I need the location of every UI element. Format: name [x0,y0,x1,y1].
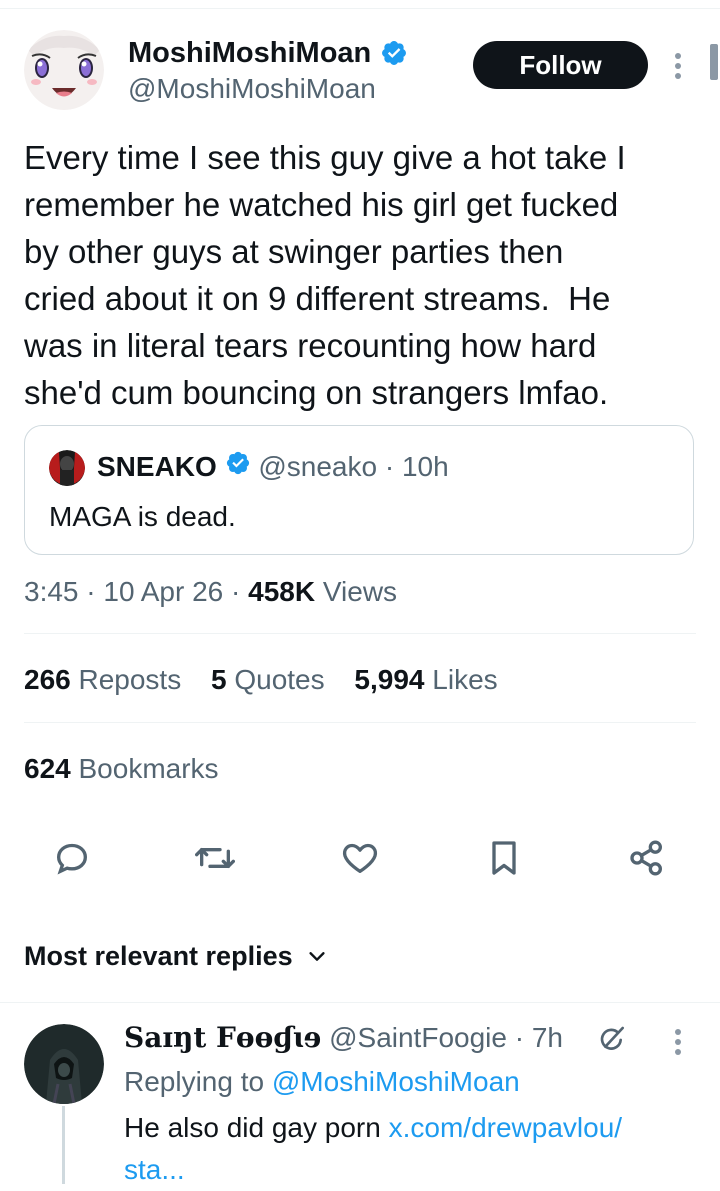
reposts-label: Reposts [70,664,182,695]
replying-prefix: Replying to [124,1066,272,1097]
reply-text: He also did gay porn x.com/drewpavlou/st… [124,1107,700,1191]
views-label: Views [315,576,398,607]
likes-label: Likes [424,664,498,695]
tweet-text: Every time I see this guy give a hot tak… [24,139,626,411]
quoted-author-handle: @sneako [258,451,378,482]
more-options-icon[interactable] [666,1024,690,1060]
reply-author-handle[interactable]: @SaintFoogie [329,1022,507,1053]
share-icon[interactable] [625,836,669,880]
likes-count: 5,994 [354,664,425,695]
bookmarks-stat[interactable]: 624 Bookmarks [24,749,219,789]
chevron-down-icon [306,938,328,978]
bookmarks-count: 624 [24,753,71,784]
quoted-text: MAGA is dead. [49,501,236,532]
author-avatar[interactable] [24,30,104,110]
views-count: 458K [248,576,316,607]
top-divider [0,8,720,9]
reply-avatar[interactable] [24,1024,104,1104]
reply-link-continued[interactable]: sta... [124,1154,185,1185]
reply-thread-line [62,1106,65,1184]
replying-to-link[interactable]: @MoshiMoshiMoan [272,1066,520,1097]
tweet-meta: 3:45 · 10 Apr 26 · 458K Views [24,572,397,612]
reply-author-name[interactable]: Saɪŋt Fɵɵɠɩɘ [124,1021,321,1054]
quoted-header: SNEAKO @sneako · 10h [97,448,449,486]
verified-badge-icon [380,39,408,72]
quotes-stat[interactable]: 5 Quotes [211,664,325,695]
tweet-timestamp[interactable]: 3:45 · 10 Apr 26 · [24,576,248,607]
engagement-stats: 266 Reposts 5 Quotes 5,994 Likes [24,660,498,700]
reposts-count: 266 [24,664,71,695]
replies-sort-label: Most relevant replies [24,941,293,971]
grok-icon[interactable] [596,1024,628,1056]
replying-to: Replying to @MoshiMoshiMoan [124,1062,520,1102]
quoted-author-avatar [49,450,85,486]
reply-time[interactable]: · 7h [515,1022,563,1053]
reply-icon[interactable] [50,836,94,880]
more-options-icon[interactable] [666,48,690,84]
reply-body: He also did gay porn [124,1112,389,1143]
quoted-tweet-card[interactable]: SNEAKO @sneako · 10h MAGA is dead. [24,425,694,555]
bookmarks-label: Bookmarks [70,753,219,784]
like-icon[interactable] [338,836,382,880]
reposts-stat[interactable]: 266 Reposts [24,664,181,695]
verified-badge-icon [225,448,251,486]
quoted-author-name: SNEAKO [97,451,217,482]
author-name-row[interactable]: MoshiMoshiMoan [128,36,408,70]
bookmark-icon[interactable] [482,836,526,880]
reply-link[interactable]: x.com/drewpavlou/ [389,1112,622,1143]
follow-button[interactable]: Follow [473,41,648,89]
likes-stat[interactable]: 5,994 Likes [354,664,497,695]
reply-header: Saɪŋt Fɵɵɠɩɘ @SaintFoogie · 7h [124,1018,563,1058]
author-handle[interactable]: @MoshiMoshiMoan [128,72,376,106]
quoted-time: · 10h [384,451,449,482]
scrollbar[interactable] [710,44,718,80]
author-name[interactable]: MoshiMoshiMoan [128,37,371,69]
divider [24,633,696,634]
repost-icon[interactable] [193,836,237,880]
quotes-label: Quotes [226,664,325,695]
section-divider [0,1002,720,1003]
quotes-count: 5 [211,664,227,695]
replies-sort-dropdown[interactable]: Most relevant replies [24,936,328,978]
divider [24,722,696,723]
